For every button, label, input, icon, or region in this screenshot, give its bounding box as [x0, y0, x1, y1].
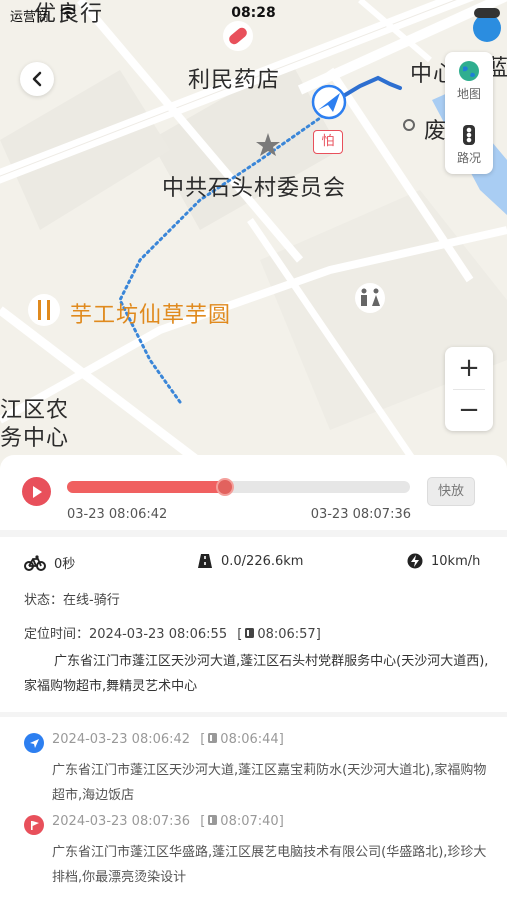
- speed-stat: 10km/h: [407, 553, 480, 569]
- fast-forward-button[interactable]: 快放: [427, 477, 475, 506]
- end-dot: [24, 815, 44, 835]
- event-address: 广东省江门市蓬江区天沙河大道,蓬江区嘉宝莉防水(天沙河大道北),家福购物超市,海…: [52, 763, 487, 803]
- distance-value: 0.0/226.6km: [221, 553, 304, 569]
- progress-thumb[interactable]: [215, 478, 234, 496]
- event-address: 广东省江门市蓬江区华盛路,蓬江区展艺电脑技术有限公司(华盛路北),珍珍大排档,你…: [52, 845, 487, 885]
- bicycle-icon: [24, 554, 46, 571]
- traffic-button[interactable]: 路况: [445, 124, 493, 166]
- device-icon: [208, 815, 218, 825]
- back-button[interactable]: [20, 62, 54, 96]
- locate-time-alt: [08:06:57]: [237, 627, 321, 642]
- event-time: 2024-03-23 08:07:36: [52, 814, 191, 829]
- lightning-icon: [407, 553, 423, 569]
- event-time-alt-value: 08:07:40: [220, 814, 279, 829]
- duration-stat: 0秒: [24, 553, 75, 572]
- duration-value: 0秒: [54, 557, 76, 572]
- map-type-label: 地图: [456, 87, 481, 101]
- zoom-out-button[interactable]: −: [445, 389, 493, 431]
- parking-marker: 怕: [313, 130, 343, 154]
- event-time-row: 2024-03-23 08:06:42 [08:06:44]: [52, 732, 284, 747]
- traffic-light-icon: [463, 125, 475, 145]
- zoom-controls: + −: [445, 347, 493, 431]
- clock: 08:28: [231, 5, 276, 21]
- status-bar: 运营商 08:28: [0, 0, 507, 28]
- device-icon: [245, 628, 255, 638]
- info-card: 0秒 0.0/226.6km 10km/h 状态：在线-骑行 定位时间：2024…: [0, 537, 507, 755]
- map-type-button[interactable]: 地图: [445, 60, 493, 102]
- chevron-left-icon: [32, 71, 42, 87]
- play-button[interactable]: [22, 477, 51, 506]
- event-time-row: 2024-03-23 08:07:36 [08:07:40]: [52, 814, 284, 829]
- road-icon: [198, 554, 212, 568]
- play-icon: [32, 485, 42, 498]
- event-time-alt-value: 08:06:44: [220, 732, 279, 747]
- map-label-partial-left-2: 务中心: [0, 426, 70, 451]
- zoom-in-button[interactable]: +: [445, 347, 493, 389]
- locate-time-alt-value: 08:06:57: [257, 627, 316, 642]
- map-label-pharmacy[interactable]: 利民药店: [188, 62, 280, 94]
- end-time: 03-23 08:07:36: [310, 507, 411, 522]
- progress-fill: [67, 481, 225, 493]
- status-text: 状态：在线-骑行: [24, 593, 120, 608]
- map-label-dessert-shop[interactable]: 芋工坊仙草芋圆: [70, 297, 231, 329]
- playback-sheet: 03-23 08:06:42 03-23 08:07:36 快放 0秒 0.0/…: [0, 455, 507, 900]
- track-playback-screen: 优良行 利民药店 中共石头村委员会 芋工坊仙草芋圆 江区农 务中心 中心 蓝 废…: [0, 0, 507, 900]
- locate-time-label: 定位时间：: [24, 627, 90, 642]
- navigation-arrow-icon: [29, 738, 39, 748]
- locate-time-row: 定位时间：2024-03-23 08:06:55 [08:06:57]: [24, 623, 321, 642]
- globe-icon: [459, 61, 479, 81]
- event-time: 2024-03-23 08:06:42: [52, 732, 191, 747]
- device-icon: [208, 733, 218, 743]
- event-list-card: 2024-03-23 08:06:42 [08:06:44] 广东省江门市蓬江区…: [0, 717, 507, 900]
- map-label-committee[interactable]: 中共石头村委员会: [162, 170, 346, 202]
- progress-track[interactable]: [67, 478, 410, 496]
- map-view[interactable]: 优良行 利民药店 中共石头村委员会 芋工坊仙草芋圆 江区农 务中心 中心 蓝 废…: [0, 0, 507, 470]
- event-time-alt: [08:06:44]: [200, 732, 284, 747]
- map-layer-panel: 地图 路况: [445, 52, 493, 174]
- speed-value: 10km/h: [431, 553, 481, 569]
- traffic-label: 路况: [456, 151, 481, 165]
- flag-icon: [30, 820, 39, 830]
- distance-stat: 0.0/226.6km: [197, 553, 303, 569]
- start-time: 03-23 08:06:42: [67, 507, 168, 522]
- start-dot: [24, 733, 44, 753]
- current-address: 广东省江门市蓬江区天沙河大道,蓬江区石头村党群服务中心(天沙河大道西),家福购物…: [24, 654, 489, 694]
- event-time-alt: [08:07:40]: [200, 814, 284, 829]
- playback-control-card: 03-23 08:06:42 03-23 08:07:36 快放: [0, 455, 507, 530]
- locate-time-value: 2024-03-23 08:06:55: [89, 627, 228, 642]
